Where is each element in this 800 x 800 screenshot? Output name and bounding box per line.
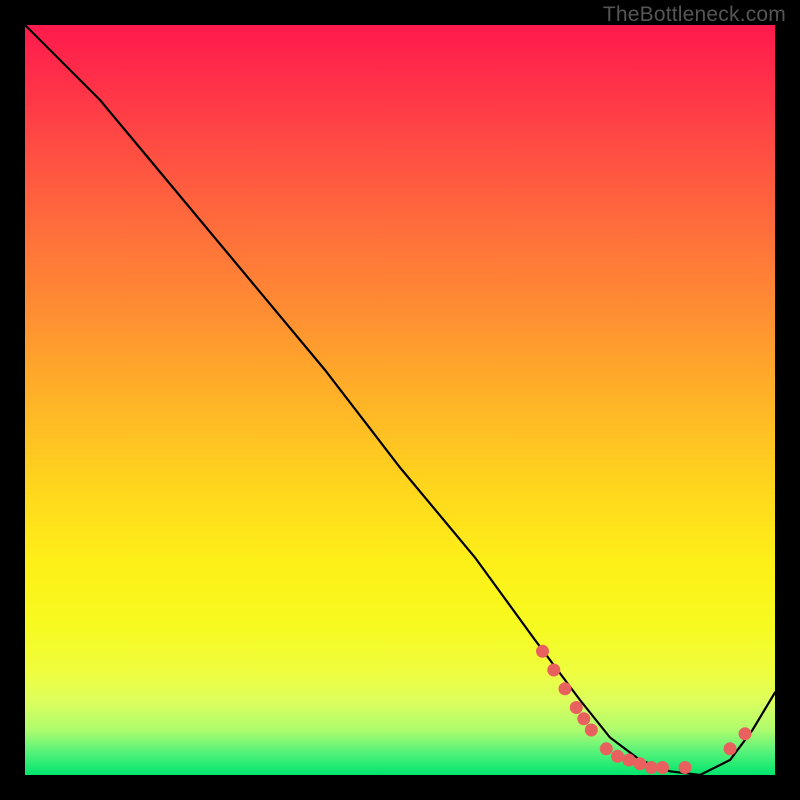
bottleneck-curve <box>25 25 775 775</box>
chart-svg <box>25 25 775 775</box>
data-point <box>645 761 658 774</box>
attribution-label: TheBottleneck.com <box>603 3 786 27</box>
data-point <box>724 742 737 755</box>
data-point <box>739 727 752 740</box>
data-point <box>536 645 549 658</box>
data-point <box>577 712 590 725</box>
chart-frame: TheBottleneck.com <box>0 0 800 800</box>
data-point <box>585 724 598 737</box>
data-point <box>547 664 560 677</box>
data-point <box>634 757 647 770</box>
data-point <box>600 742 613 755</box>
data-point <box>570 701 583 714</box>
plot-area <box>25 25 775 775</box>
data-point <box>611 750 624 763</box>
data-point <box>679 761 692 774</box>
data-point <box>656 761 669 774</box>
data-point <box>559 682 572 695</box>
data-point-markers <box>536 645 752 774</box>
data-point <box>622 754 635 767</box>
